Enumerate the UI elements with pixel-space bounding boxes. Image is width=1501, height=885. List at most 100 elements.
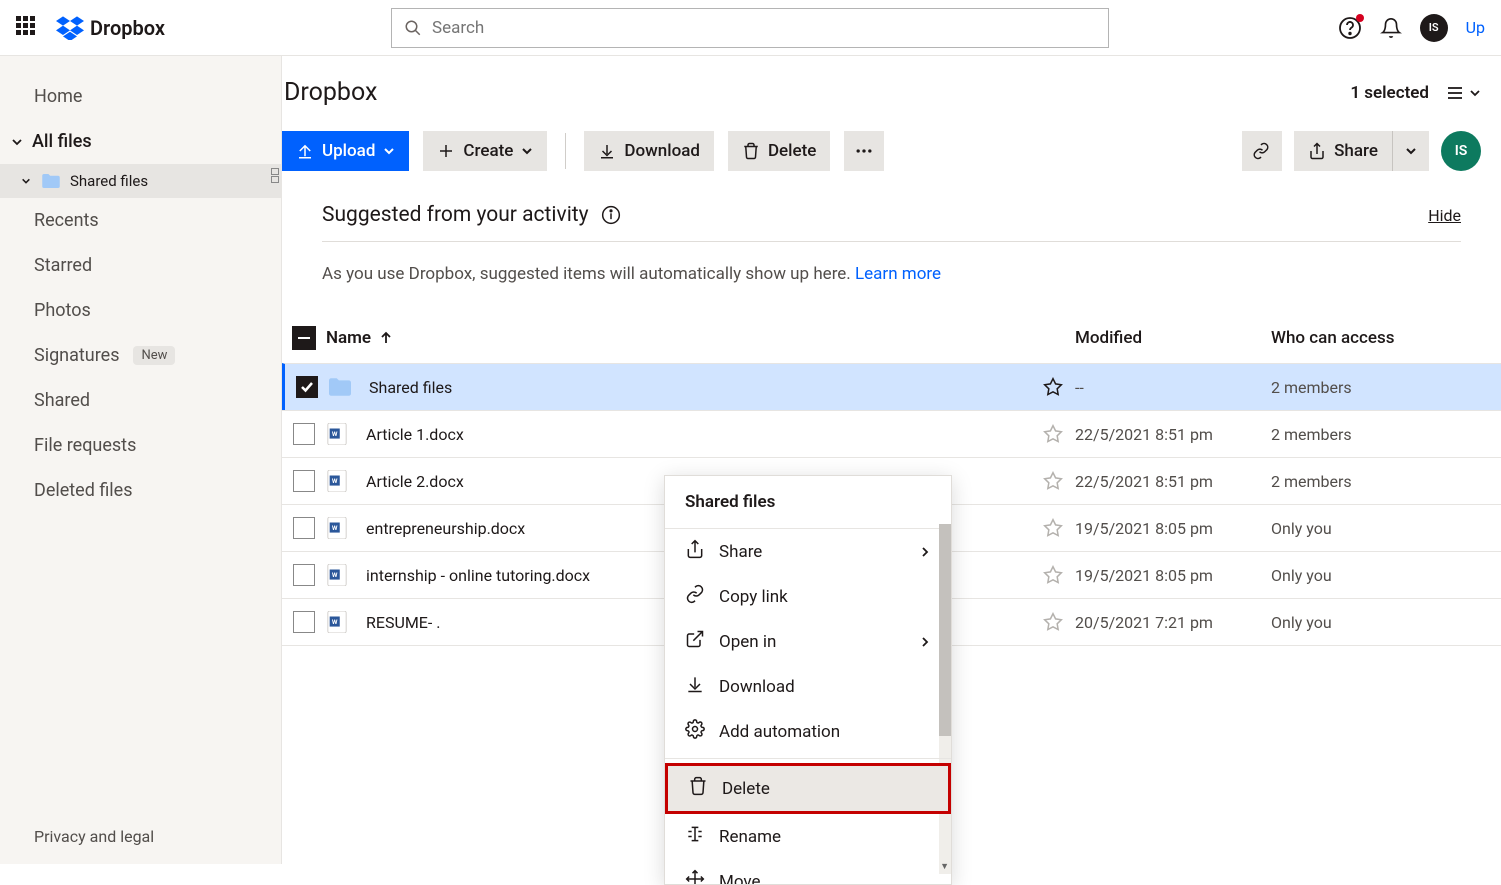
copy-link-button[interactable] <box>1242 131 1282 171</box>
context-item-download[interactable]: Download <box>665 664 951 709</box>
column-name[interactable]: Name <box>326 328 1031 348</box>
context-menu-title: Shared files <box>665 476 951 529</box>
sidebar-item-deleted-files[interactable]: Deleted files <box>0 468 281 513</box>
star-button[interactable] <box>1031 612 1075 632</box>
table-header: Name Modified Who can access <box>282 326 1501 364</box>
suggested-text: As you use Dropbox, suggested items will… <box>322 264 1461 284</box>
help-icon[interactable] <box>1338 16 1362 40</box>
info-icon[interactable] <box>601 205 621 225</box>
hide-link[interactable]: Hide <box>1428 206 1461 225</box>
access-label: 2 members <box>1271 472 1501 491</box>
star-button[interactable] <box>1031 565 1075 585</box>
sidebar-item-all-files[interactable]: All files <box>0 119 281 164</box>
row-checkbox[interactable] <box>293 611 315 633</box>
user-avatar[interactable]: IS <box>1420 14 1448 42</box>
search-input[interactable] <box>432 18 1096 38</box>
new-badge: New <box>133 346 175 365</box>
owner-avatar[interactable]: IS <box>1441 131 1481 171</box>
context-divider <box>665 758 951 759</box>
access-label: 2 members <box>1271 425 1501 444</box>
learn-more-link[interactable]: Learn more <box>855 264 941 284</box>
sidebar-item-starred[interactable]: Starred <box>0 243 281 288</box>
svg-text:W: W <box>332 571 338 579</box>
upload-button[interactable]: Upload <box>282 131 409 171</box>
sidebar: Home All files Shared files Recents Star… <box>0 56 282 864</box>
trash-icon <box>688 776 708 801</box>
modified-date: 19/5/2021 8:05 pm <box>1075 566 1271 585</box>
chevron-down-icon <box>383 145 395 157</box>
row-checkbox[interactable] <box>293 517 315 539</box>
share-button-group: Share <box>1294 131 1429 171</box>
context-item-rename[interactable]: Rename <box>665 814 951 859</box>
move-icon <box>685 869 705 884</box>
file-name[interactable]: WArticle 1.docx <box>326 423 1031 445</box>
rename-icon <box>685 824 705 849</box>
more-button[interactable] <box>844 131 884 171</box>
context-item-move[interactable]: Move <box>665 859 951 884</box>
sidebar-item-file-requests[interactable]: File requests <box>0 423 281 468</box>
upgrade-link[interactable]: Up <box>1466 18 1485 37</box>
context-item-copy-link[interactable]: Copy link <box>665 574 951 619</box>
bell-icon[interactable] <box>1380 17 1402 39</box>
star-button[interactable] <box>1031 377 1075 397</box>
select-all-checkbox[interactable] <box>292 326 316 350</box>
sidebar-item-home[interactable]: Home <box>0 74 281 119</box>
row-checkbox[interactable] <box>293 423 315 445</box>
download-button[interactable]: Download <box>584 131 714 171</box>
chevron-down-icon <box>20 176 32 186</box>
privacy-link[interactable]: Privacy and legal <box>0 809 281 864</box>
column-modified[interactable]: Modified <box>1075 328 1271 348</box>
row-checkbox[interactable] <box>293 564 315 586</box>
context-item-delete[interactable]: Delete <box>665 763 951 814</box>
access-label: Only you <box>1271 613 1501 632</box>
star-button[interactable] <box>1031 471 1075 491</box>
sidebar-sub-shared-files[interactable]: Shared files <box>0 164 281 198</box>
link-icon <box>685 584 705 609</box>
download-icon <box>685 674 705 699</box>
file-name[interactable]: Shared files <box>329 376 1031 398</box>
gear-icon <box>685 719 705 744</box>
chevron-down-icon <box>1469 87 1481 99</box>
context-item-share[interactable]: Share <box>665 529 951 574</box>
logo-text: Dropbox <box>90 16 165 40</box>
context-item-add-automation[interactable]: Add automation <box>665 709 951 754</box>
sidebar-item-photos[interactable]: Photos <box>0 288 281 333</box>
toolbar-divider <box>565 133 566 169</box>
share-icon <box>1308 142 1326 160</box>
modified-date: 22/5/2021 8:51 pm <box>1075 425 1271 444</box>
toolbar: Upload Create Download Delete <box>282 131 1501 171</box>
sidebar-item-recents[interactable]: Recents <box>0 198 281 243</box>
upload-icon <box>296 142 314 160</box>
view-toggle[interactable] <box>1445 83 1481 103</box>
access-label: 2 members <box>1271 378 1501 397</box>
sidebar-item-signatures[interactable]: SignaturesNew <box>0 333 281 378</box>
folder-icon <box>42 174 60 188</box>
sidebar-item-shared[interactable]: Shared <box>0 378 281 423</box>
suggested-title: Suggested from your activity <box>322 203 589 227</box>
table-row[interactable]: Shared files--2 members <box>282 363 1501 411</box>
row-checkbox[interactable] <box>293 470 315 492</box>
context-item-open-in[interactable]: Open in <box>665 619 951 664</box>
share-dropdown[interactable] <box>1393 131 1429 171</box>
plus-icon <box>437 142 455 160</box>
breadcrumb: Dropbox <box>284 78 377 107</box>
search-icon <box>404 19 422 37</box>
delete-button[interactable]: Delete <box>728 131 830 171</box>
row-checkbox[interactable] <box>296 376 318 398</box>
sidebar-scrollbar[interactable] <box>271 168 281 183</box>
download-icon <box>598 142 616 160</box>
logo[interactable]: Dropbox <box>56 16 165 40</box>
star-button[interactable] <box>1031 424 1075 444</box>
sort-arrow-up-icon <box>379 331 393 345</box>
share-button[interactable]: Share <box>1294 131 1393 171</box>
search-box[interactable] <box>391 8 1109 48</box>
app-grid-icon[interactable] <box>16 16 40 40</box>
column-access[interactable]: Who can access <box>1271 328 1501 348</box>
svg-text:W: W <box>332 430 338 438</box>
list-view-icon <box>1445 83 1465 103</box>
chevron-down-icon <box>1405 145 1417 157</box>
table-row[interactable]: WArticle 1.docx 22/5/2021 8:51 pm2 member… <box>282 410 1501 458</box>
create-button[interactable]: Create <box>423 131 547 171</box>
star-button[interactable] <box>1031 518 1075 538</box>
chevron-down-icon <box>521 145 533 157</box>
